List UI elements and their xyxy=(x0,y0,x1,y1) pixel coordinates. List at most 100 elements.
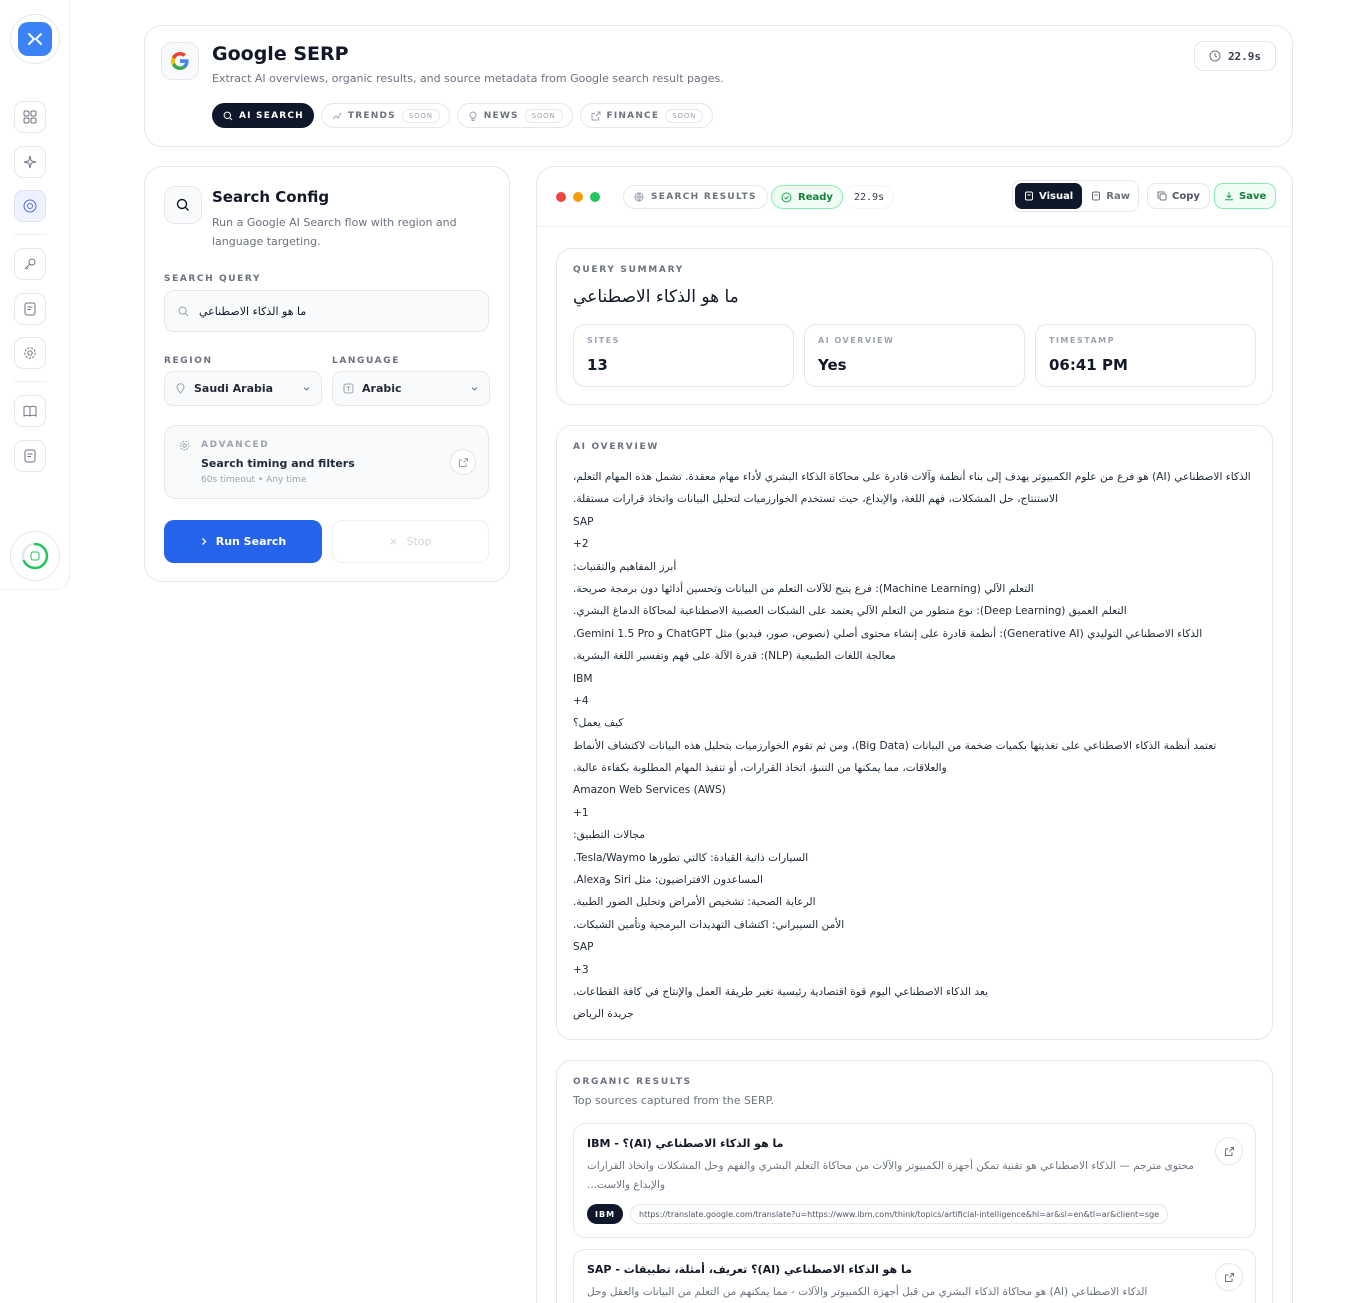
copy-icon xyxy=(1157,191,1167,201)
stat-value: 06:41 PM xyxy=(1049,356,1128,374)
open-advanced-button[interactable] xyxy=(450,449,476,475)
search-input[interactable]: ما هو الذكاء الاصطناعي xyxy=(164,290,489,332)
stat-sites: SITES 13 xyxy=(573,324,794,387)
page-subtitle: Extract AI overviews, organic results, a… xyxy=(212,72,724,85)
result-title[interactable]: ما هو الذكاء الاصطناعي (AI)؟ تعريف، أمثل… xyxy=(587,1263,912,1276)
clock-icon xyxy=(1209,50,1221,62)
overview-line: +4 xyxy=(573,694,589,707)
overview-line: السيارات ذاتية القيادة: كالتي تطورها Tes… xyxy=(573,851,809,864)
status-indicator[interactable] xyxy=(10,531,60,581)
source-badge: IBM xyxy=(587,1204,624,1224)
result-title[interactable]: ما هو الذكاء الاصطناعي (AI)؟ - IBM xyxy=(587,1137,783,1150)
save-button[interactable]: Save xyxy=(1214,183,1277,209)
app-logo[interactable] xyxy=(10,14,60,64)
sidebar-item-serp[interactable] xyxy=(14,190,46,222)
sidebar-item-keys[interactable] xyxy=(14,248,46,280)
run-search-button[interactable]: Run Search xyxy=(164,520,322,563)
stat-label: AI OVERVIEW xyxy=(818,336,895,345)
window-dot-green xyxy=(590,192,600,202)
sidebar-item-reports[interactable] xyxy=(14,440,46,472)
search-icon xyxy=(164,186,202,224)
gear-icon xyxy=(24,347,36,359)
location-icon xyxy=(176,383,185,394)
chevron-down-icon xyxy=(303,387,310,391)
advanced-settings[interactable]: ADVANCED Search timing and filters 60s t… xyxy=(164,425,489,499)
tab-ai-search[interactable]: AI SEARCH xyxy=(212,103,314,128)
progress-ring-icon xyxy=(21,542,49,570)
timer-value: 22.9s xyxy=(1227,49,1262,63)
external-link-icon xyxy=(1224,1146,1234,1156)
window-dot-yellow xyxy=(573,192,583,202)
sidebar-item-settings[interactable] xyxy=(14,337,46,369)
overview-line: التعلم الآلي (Machine Learning): فرع يتي… xyxy=(573,582,1034,595)
external-link-icon xyxy=(458,457,468,467)
search-results-tab[interactable]: SEARCH RESULTS xyxy=(623,185,768,209)
overview-line: IBM xyxy=(573,672,593,685)
overview-line: جريدة الرياض xyxy=(573,1008,634,1021)
open-result-button[interactable] xyxy=(1215,1137,1243,1165)
book-icon xyxy=(23,405,37,417)
chevron-right-icon xyxy=(201,538,207,545)
overview-line: الذكاء الاصطناعي (AI) هو فرع من علوم الك… xyxy=(573,471,1251,483)
sidebar-item-dashboard[interactable] xyxy=(14,101,46,133)
section-label: AI OVERVIEW xyxy=(573,442,659,452)
mode-tabs: AI SEARCH TRENDS SOON NEWS SOON FINANCE … xyxy=(212,103,714,128)
tab-label: SEARCH RESULTS xyxy=(651,192,757,202)
sidebar-item-docs[interactable] xyxy=(14,395,46,427)
organic-results-section: ORGANIC RESULTS Top sources captured fro… xyxy=(556,1060,1273,1303)
raw-view-button[interactable]: Raw xyxy=(1082,183,1139,209)
tab-finance[interactable]: FINANCE SOON xyxy=(579,103,714,128)
google-logo-icon xyxy=(161,42,199,80)
status-text: Ready xyxy=(798,191,833,203)
sidebar-item-notes[interactable] xyxy=(14,293,46,325)
sidebar-item-ai[interactable] xyxy=(14,146,46,178)
key-icon xyxy=(24,258,36,270)
advanced-title: Search timing and filters xyxy=(201,457,355,470)
query-summary-section: QUERY SUMMARY ما هو الذكاء الاصطناعي SIT… xyxy=(556,248,1273,405)
search-icon xyxy=(223,111,233,120)
language-select[interactable]: Arabic xyxy=(332,371,490,406)
section-label: ORGANIC RESULTS xyxy=(573,1077,692,1087)
close-icon xyxy=(391,538,397,545)
region-select[interactable]: Saudi Arabia xyxy=(164,371,322,406)
raw-label: Raw xyxy=(1106,190,1130,202)
organic-result-item[interactable]: ما هو الذكاء الاصطناعي (AI)؟ - IBM محتوى… xyxy=(573,1123,1256,1238)
results-toolbar: SEARCH RESULTS Ready 22.9s Visual Raw Co… xyxy=(537,167,1292,227)
chevron-down-icon xyxy=(471,387,478,391)
overview-line: يعد الذكاء الاصطناعي اليوم قوة اقتصادية … xyxy=(573,985,989,998)
query-label: SEARCH QUERY xyxy=(164,274,262,284)
note-icon xyxy=(24,302,36,316)
tab-trends[interactable]: TRENDS SOON xyxy=(320,103,450,128)
config-description: Run a Google AI Search flow with region … xyxy=(212,216,457,248)
tab-label: FINANCE xyxy=(606,110,660,121)
visual-view-button[interactable]: Visual xyxy=(1015,183,1083,209)
overview-line: معالجة اللغات الطبيعية (NLP): قدرة الآلة… xyxy=(573,650,896,663)
external-link-icon xyxy=(1224,1272,1234,1282)
search-icon xyxy=(178,306,189,316)
overview-line: الرعاية الصحية: تشخيص الأمراض وتحليل الص… xyxy=(573,896,816,909)
copy-button[interactable]: Copy xyxy=(1147,183,1210,209)
run-timer: 22.9s xyxy=(1194,41,1276,71)
config-title: Search Config xyxy=(212,188,330,206)
window-dot-red xyxy=(556,192,566,202)
stat-label: TIMESTAMP xyxy=(1049,336,1115,345)
grid-icon xyxy=(23,110,37,124)
section-label: QUERY SUMMARY xyxy=(573,265,684,275)
soon-badge: SOON xyxy=(524,108,563,123)
stat-value: 13 xyxy=(587,356,608,374)
sidebar xyxy=(0,0,70,590)
run-search-label: Run Search xyxy=(215,535,287,548)
overview-line: SAP xyxy=(573,941,594,954)
status-badge: Ready xyxy=(771,185,843,209)
results-panel: SEARCH RESULTS Ready 22.9s Visual Raw Co… xyxy=(536,166,1293,1303)
result-url[interactable]: https://translate.google.com/translate?u… xyxy=(630,1204,1169,1224)
open-result-button[interactable] xyxy=(1215,1263,1243,1291)
overview-line: التعلم العميق (Deep Learning): نوع متطور… xyxy=(573,605,1127,618)
stop-button[interactable]: Stop xyxy=(332,520,489,563)
organic-result-item[interactable]: ما هو الذكاء الاصطناعي (AI)؟ تعريف، أمثل… xyxy=(573,1249,1256,1303)
soon-badge: SOON xyxy=(401,108,440,123)
save-label: Save xyxy=(1239,190,1267,202)
stop-label: Stop xyxy=(406,535,432,548)
header-card: Google SERP Extract AI overviews, organi… xyxy=(144,25,1293,147)
tab-news[interactable]: NEWS SOON xyxy=(456,103,573,128)
